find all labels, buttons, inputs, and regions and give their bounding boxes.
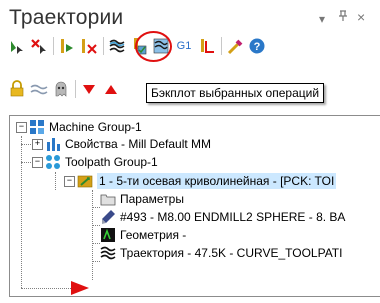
toolpath-group-icon — [45, 154, 61, 170]
tree-item-label: Свойства - Mill Default MM — [65, 137, 212, 151]
backplot-tooltip: Бэкплот выбранных операций — [146, 83, 325, 103]
lock-icon[interactable] — [8, 80, 26, 98]
tree-connector — [21, 136, 22, 288]
collapse-toggle[interactable]: − — [16, 121, 27, 133]
pin-icon[interactable] — [338, 10, 348, 25]
geometry-icon — [100, 227, 116, 243]
tree-connector — [92, 225, 100, 226]
toggle-display-icon[interactable] — [198, 37, 216, 55]
highlight-icon[interactable] — [226, 37, 244, 55]
post-icon[interactable]: G1 — [174, 37, 194, 55]
tree-item-toolpath-group[interactable]: − Toolpath Group-1 — [32, 153, 158, 171]
tree-connector — [92, 243, 100, 244]
toolbar-separator — [221, 37, 222, 55]
tree-item-label: 1 - 5-ти осевая криволинейная - [PCK: TO… — [97, 173, 337, 189]
tree-item-parameters[interactable]: Параметры — [100, 190, 184, 208]
operation-icon — [77, 173, 93, 189]
backplot-highlight-circle — [135, 31, 172, 62]
tree-item-label: Траектория - 47.5K - CURVE_TOOLPATI — [120, 246, 343, 260]
collapse-toggle[interactable]: − — [64, 175, 75, 187]
tree-item-label: Параметры — [120, 192, 184, 206]
toggle-posting-icon[interactable] — [30, 80, 48, 98]
panel-menu-dropdown[interactable]: ▾ — [319, 12, 325, 26]
ghost-icon[interactable] — [52, 80, 70, 98]
tree-item-label: Toolpath Group-1 — [65, 155, 158, 169]
tree-connector — [92, 190, 93, 280]
close-panel-button[interactable]: × — [357, 9, 365, 25]
panel-title: Траектории — [9, 6, 124, 29]
toolbar-separator — [103, 37, 104, 55]
tree-connector — [21, 162, 31, 163]
properties-icon — [45, 136, 61, 152]
tree-connector — [92, 261, 100, 262]
toolpath-icon — [100, 245, 116, 261]
toolbar-separator — [53, 37, 54, 55]
tree-item-tool[interactable]: #493 - M8.00 ENDMILL2 SPHERE - 8. BA — [100, 208, 345, 226]
tool-icon — [100, 209, 116, 225]
move-up-icon[interactable] — [102, 80, 120, 98]
collapse-toggle[interactable]: − — [32, 156, 43, 168]
toolbar-row-2 — [8, 78, 124, 100]
deselect-icon[interactable] — [30, 37, 48, 55]
tree-connector — [55, 172, 56, 190]
tree-connector — [21, 288, 71, 289]
tree-connector — [21, 144, 31, 145]
select-all-icon[interactable] — [8, 37, 26, 55]
tree-item-toolpath[interactable]: Траектория - 47.5K - CURVE_TOOLPATI — [100, 244, 342, 262]
tree-item-geometry[interactable]: Геометрия - — [100, 226, 186, 244]
expand-toggle[interactable]: + — [32, 138, 43, 150]
tree-item-properties[interactable]: + Свойства - Mill Default MM — [32, 135, 211, 153]
help-icon[interactable]: ? — [248, 37, 266, 55]
backplot-icon[interactable] — [108, 37, 126, 55]
svg-text:?: ? — [254, 41, 261, 53]
regenerate-dirty-icon[interactable] — [80, 37, 98, 55]
move-down-icon[interactable] — [80, 80, 98, 98]
tree-item-machine-group[interactable]: − Machine Group-1 — [16, 118, 142, 136]
insert-arrow-icon — [71, 280, 89, 296]
toolpaths-panel: Траектории ▾ × G1 ? Бэкплот выбранных оп… — [0, 0, 380, 303]
machine-group-icon — [29, 119, 45, 135]
operations-tree[interactable]: − Machine Group-1 + Свойства - Mill Defa… — [9, 115, 380, 297]
tree-item-label: Геометрия - — [120, 228, 187, 242]
tree-item-label: Machine Group-1 — [49, 120, 142, 134]
toolbar-separator — [75, 80, 76, 98]
tree-connector — [92, 207, 100, 208]
folder-icon — [100, 191, 116, 207]
regenerate-icon[interactable] — [58, 37, 76, 55]
tree-item-operation-1[interactable]: − 1 - 5-ти осевая криволинейная - [PCK: … — [64, 172, 337, 190]
tree-item-label: #493 - M8.00 ENDMILL2 SPHERE - 8. BA — [120, 210, 346, 224]
